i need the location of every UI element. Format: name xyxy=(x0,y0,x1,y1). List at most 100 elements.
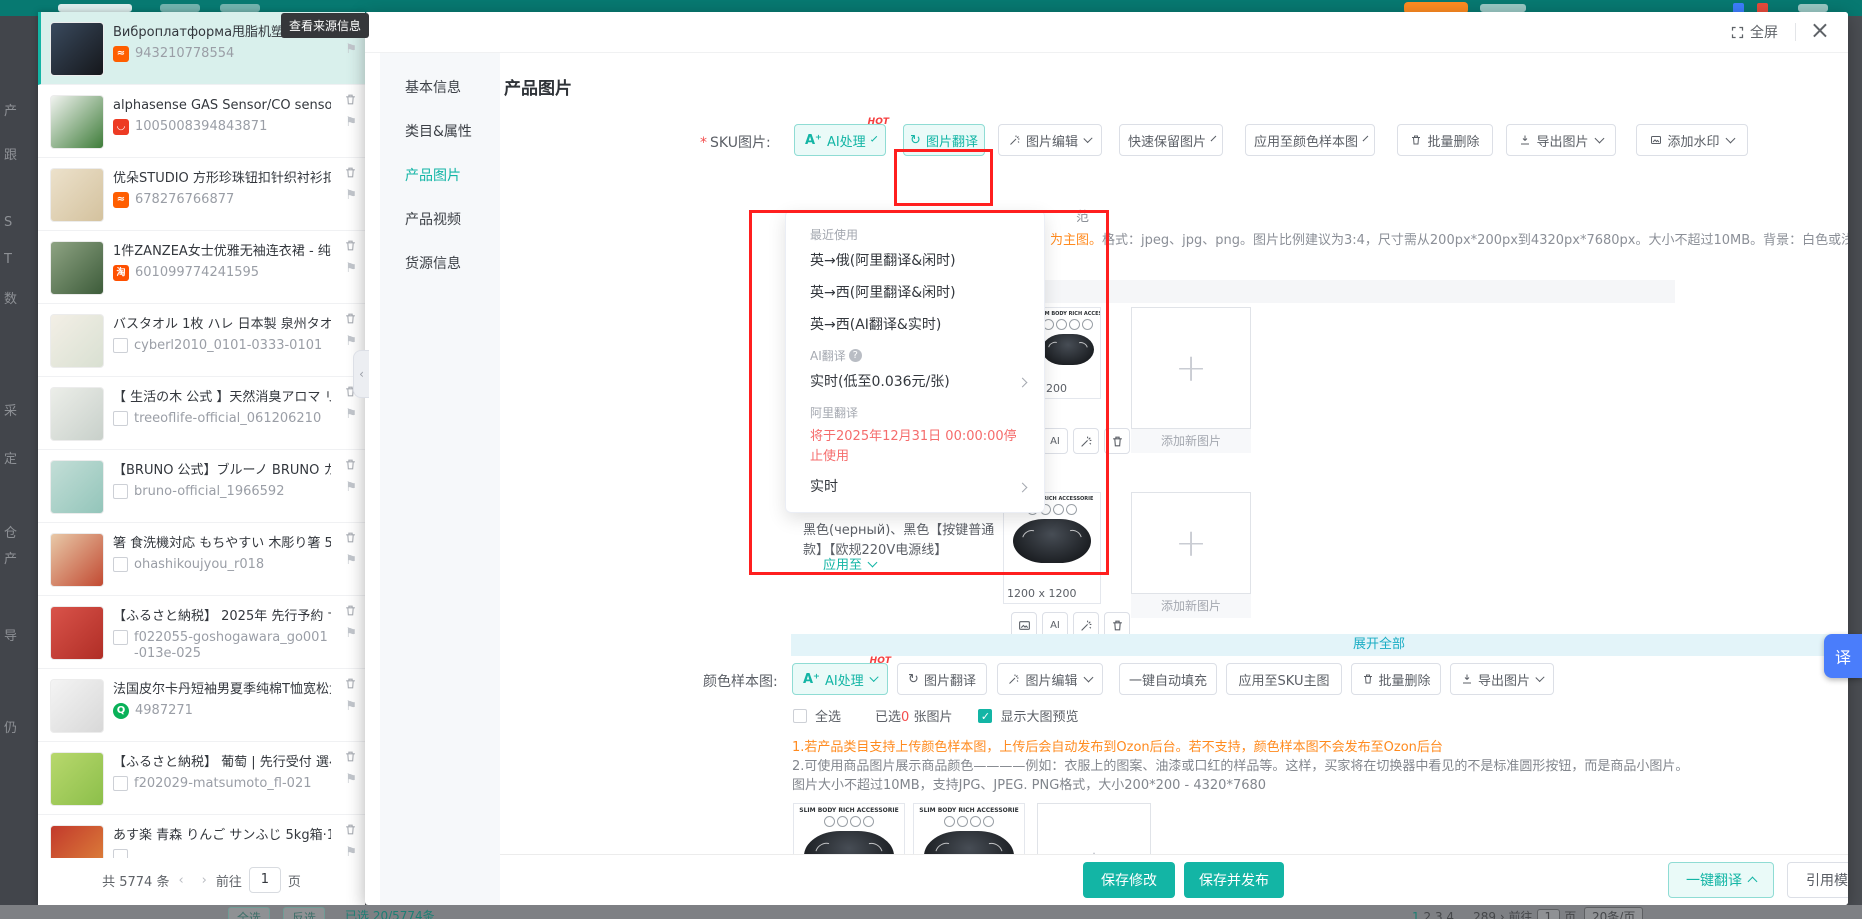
close-icon[interactable]: × xyxy=(1810,16,1830,44)
flag-icon[interactable]: ⚑ xyxy=(345,845,357,858)
next-page-icon[interactable]: › xyxy=(202,873,207,888)
add-new-image-tile[interactable]: + 添加新图片 xyxy=(1131,307,1251,453)
product-list-item[interactable]: バスタオル 1枚 ハレ 日本製 泉州タオル... cyberl2010_0101… xyxy=(38,304,365,377)
bg-selected-count: 已选 20/5774条 xyxy=(345,907,435,919)
image-edit-button-2[interactable]: 图片编辑 xyxy=(997,663,1103,695)
quick-keep-button[interactable]: 快速保留图片 xyxy=(1119,124,1223,156)
chevron-down-icon xyxy=(871,135,878,142)
apply-to-color-sample-button[interactable]: 应用至颜色样本图 xyxy=(1245,124,1375,156)
add-new-image-label: 添加新图片 xyxy=(1131,429,1251,453)
product-list-panel: Виброплатформа甩脂机塑身抖抖... ≈ 943210778554 … xyxy=(38,12,365,905)
product-list-item[interactable]: 【 生活の木 公式 】天然消臭アロマ リ... treeoflife-offic… xyxy=(38,377,365,450)
tab-product-images[interactable]: 产品图片 xyxy=(380,154,500,198)
delete-icon[interactable] xyxy=(344,93,357,106)
product-list-item[interactable]: 法国皮尔卡丹短袖男夏季纯棉T恤宽松大... Q 4987271 ⚑ xyxy=(38,669,365,742)
mock-product-image xyxy=(1042,334,1094,365)
tab-basic-info[interactable]: 基本信息 xyxy=(380,66,500,110)
apply-to-link[interactable]: 应用至 xyxy=(823,554,876,573)
delete-icon[interactable] xyxy=(344,239,357,252)
collapse-sidebar-handle[interactable]: ‹ xyxy=(353,350,369,398)
product-list-item[interactable]: 优朵STUDIO 方形珍珠钮扣针织衬衫扣... ≈ 678276766877 ⚑ xyxy=(38,158,365,231)
image-translate-button-2[interactable]: ↻图片翻译 xyxy=(897,663,987,695)
export-images-button-2[interactable]: 导出图片 xyxy=(1450,663,1554,695)
flag-icon[interactable]: ⚑ xyxy=(345,772,357,787)
row-checkbox[interactable] xyxy=(113,411,128,426)
image-dimensions: 1200 xyxy=(1036,380,1100,398)
flag-icon[interactable]: ⚑ xyxy=(345,261,357,276)
row-checkbox[interactable] xyxy=(113,776,128,791)
image-translate-button[interactable]: ↻图片翻译 xyxy=(903,124,985,156)
delete-icon[interactable] xyxy=(344,604,357,617)
add-watermark-button[interactable]: 添加水印 xyxy=(1636,124,1748,156)
apply-to-sku-main-button[interactable]: 应用至SKU主图 xyxy=(1226,663,1342,695)
product-list-item[interactable]: 箸 食洗機対応 もちやすい 木彫り箸 5膳... ohashikoujyou_r… xyxy=(38,523,365,596)
prev-page-icon[interactable]: ‹ xyxy=(178,873,183,888)
refresh-icon: ↻ xyxy=(908,672,919,687)
flag-icon[interactable]: ⚑ xyxy=(345,188,357,203)
product-list-item[interactable]: 【BRUNO 公式】ブルーノ BRUNO カ... bruno-official… xyxy=(38,450,365,523)
use-template-button[interactable]: 引用模板 xyxy=(1787,862,1848,898)
expand-all-button[interactable]: 展开全部 xyxy=(791,634,1848,656)
add-image-dropzone[interactable]: + xyxy=(1131,492,1251,594)
mock-accessory-circles xyxy=(794,816,904,827)
hot-badge: HOT xyxy=(868,117,889,127)
row-checkbox[interactable] xyxy=(113,630,128,645)
delete-icon[interactable] xyxy=(344,458,357,471)
flag-icon[interactable]: ⚑ xyxy=(345,334,357,349)
source-tooltip: 查看来源信息 xyxy=(281,13,369,38)
one-click-translate-button[interactable]: 一键翻译 xyxy=(1668,862,1774,898)
delete-icon[interactable] xyxy=(344,166,357,179)
flag-icon[interactable]: ⚑ xyxy=(345,480,357,495)
batch-delete-button-2[interactable]: 批量删除 xyxy=(1351,663,1441,695)
delete-icon[interactable] xyxy=(344,750,357,763)
delete-icon[interactable] xyxy=(344,531,357,544)
add-new-image-tile[interactable]: + 添加新图片 xyxy=(1131,492,1251,618)
dropdown-item[interactable]: 英→西(AI翻译&实时) xyxy=(786,309,1044,341)
product-list-item[interactable]: 1件ZANZEA女士优雅无袖连衣裙 - 纯色... 淘 601099774241… xyxy=(38,231,365,304)
tab-category-attrs[interactable]: 类目&属性 xyxy=(380,110,500,154)
ai-button[interactable]: AI xyxy=(1042,428,1068,454)
save-changes-button[interactable]: 保存修改 xyxy=(1083,862,1175,898)
magic-wand-button[interactable] xyxy=(1073,428,1099,454)
product-list-item[interactable]: あす楽 青森 りんご サンふじ 5kg箱·10... ⚑ xyxy=(38,815,365,858)
product-list-item[interactable]: 【ふるさと納税】 2025年 先行予約 サ... f022055-goshoga… xyxy=(38,596,365,669)
dropdown-item[interactable]: 英→俄(阿里翻译&闲时) xyxy=(786,245,1044,277)
image-edit-button[interactable]: 图片编辑 xyxy=(998,124,1102,156)
delete-image-button[interactable] xyxy=(1104,428,1130,454)
flag-icon[interactable]: ⚑ xyxy=(345,553,357,568)
delete-icon[interactable] xyxy=(344,677,357,690)
flag-icon[interactable]: ⚑ xyxy=(345,42,357,57)
row-checkbox[interactable] xyxy=(113,484,128,499)
batch-delete-button[interactable]: 批量删除 xyxy=(1397,124,1493,156)
product-list-item[interactable]: 【ふるさと納税】 葡萄 | 先行受付 選べ... f202029-matsumo… xyxy=(38,742,365,815)
row-checkbox[interactable] xyxy=(113,338,128,353)
fullscreen-button[interactable]: 全屏 xyxy=(1730,22,1778,42)
tab-supply-info[interactable]: 货源信息 xyxy=(380,242,500,286)
product-thumbnail xyxy=(50,95,104,149)
bg-nav-glyph: 产 xyxy=(4,548,34,567)
add-image-dropzone[interactable]: + xyxy=(1131,307,1251,429)
save-and-publish-button[interactable]: 保存并发布 xyxy=(1184,862,1284,898)
auto-fill-button[interactable]: 一键自动填充 xyxy=(1119,663,1217,695)
delete-icon[interactable] xyxy=(344,823,357,836)
select-all-checkbox[interactable] xyxy=(793,709,807,723)
export-images-button[interactable]: 导出图片 xyxy=(1506,124,1616,156)
ai-process-button-2[interactable]: A⁺ AI处理 HOT xyxy=(792,663,888,695)
ai-process-button[interactable]: A⁺ AI处理 HOT xyxy=(794,124,886,156)
flag-icon[interactable]: ⚑ xyxy=(345,699,357,714)
dropdown-item[interactable]: 实时(低至0.036元/张) xyxy=(786,366,1044,398)
total-count: 共 5774 条 xyxy=(102,871,169,890)
flag-icon[interactable]: ⚑ xyxy=(345,407,357,422)
dropdown-item[interactable]: 英→西(阿里翻译&闲时) xyxy=(786,277,1044,309)
row-checkbox[interactable] xyxy=(113,557,128,572)
translate-float-tab[interactable]: 译 xyxy=(1824,634,1862,678)
tab-product-video[interactable]: 产品视频 xyxy=(380,198,500,242)
row-checkbox[interactable] xyxy=(113,849,128,858)
product-list-item[interactable]: alphasense GAS Sensor/CO sensor C... ◡ 1… xyxy=(38,85,365,158)
flag-icon[interactable]: ⚑ xyxy=(345,115,357,130)
dropdown-item[interactable]: 实时 xyxy=(786,471,1044,503)
delete-icon[interactable] xyxy=(344,312,357,325)
large-preview-checkbox[interactable]: ✓ xyxy=(978,709,992,723)
page-input[interactable]: 1 xyxy=(249,867,281,893)
flag-icon[interactable]: ⚑ xyxy=(345,626,357,641)
